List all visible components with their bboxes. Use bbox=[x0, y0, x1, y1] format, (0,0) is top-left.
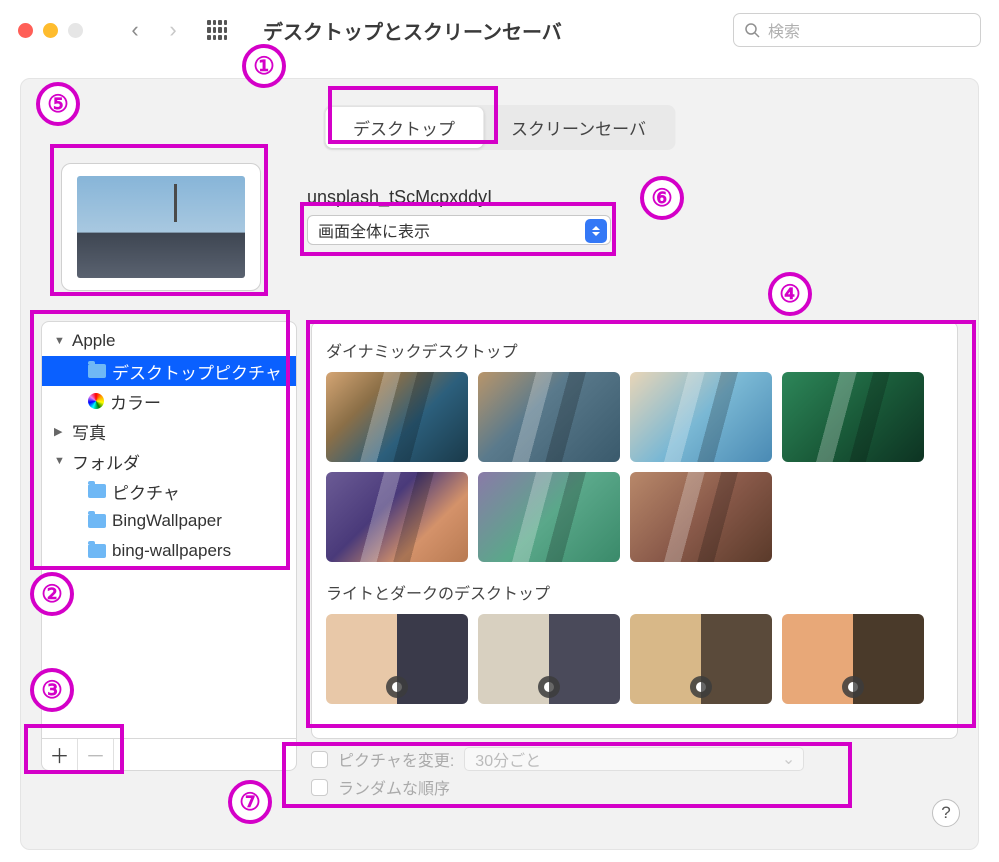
callout-2: ② bbox=[30, 572, 74, 616]
callout-5: ⑤ bbox=[36, 82, 80, 126]
callout-1: ① bbox=[242, 44, 286, 88]
callout-4: ④ bbox=[768, 272, 812, 316]
preview-image bbox=[77, 176, 245, 278]
tree-item-folder[interactable]: ピクチャ bbox=[42, 476, 296, 506]
wallpaper-thumb[interactable] bbox=[782, 372, 924, 462]
callout-7: ⑦ bbox=[228, 780, 272, 824]
wallpaper-thumb[interactable] bbox=[326, 372, 468, 462]
random-order-checkbox bbox=[311, 779, 328, 796]
folder-icon bbox=[88, 484, 106, 498]
forward-button: › bbox=[159, 16, 187, 44]
wallpaper-preview bbox=[61, 163, 261, 291]
tab-group: デスクトップ スクリーンセーバ bbox=[323, 105, 676, 150]
appearance-icon bbox=[538, 676, 560, 698]
show-all-button[interactable] bbox=[203, 16, 231, 44]
tree-group-folders[interactable]: ▼フォルダ bbox=[42, 446, 296, 476]
tree-item-folder[interactable]: bing-wallpapers bbox=[42, 536, 296, 566]
change-interval-select: 30分ごと bbox=[464, 747, 804, 771]
folder-icon bbox=[88, 514, 106, 528]
chevron-updown-icon bbox=[585, 219, 607, 243]
appearance-icon bbox=[690, 676, 712, 698]
back-button[interactable]: ‹ bbox=[121, 16, 149, 44]
change-picture-checkbox[interactable] bbox=[311, 751, 328, 768]
wallpaper-thumb[interactable] bbox=[326, 614, 468, 704]
tree-item-folder[interactable]: BingWallpaper bbox=[42, 506, 296, 536]
search-input[interactable]: 検索 bbox=[733, 13, 981, 47]
change-options: ピクチャを変更: 30分ごと ランダムな順序 bbox=[311, 745, 918, 801]
tab-screensaver[interactable]: スクリーンセーバ bbox=[483, 107, 674, 148]
wallpaper-thumb[interactable] bbox=[630, 472, 772, 562]
folder-icon bbox=[88, 364, 106, 378]
add-remove-bar: ＋ － bbox=[41, 739, 297, 771]
tree-item-colors[interactable]: カラー bbox=[42, 386, 296, 416]
callout-3: ③ bbox=[30, 668, 74, 712]
wallpaper-thumb[interactable] bbox=[630, 372, 772, 462]
wallpaper-thumb[interactable] bbox=[630, 614, 772, 704]
wallpaper-thumb[interactable] bbox=[478, 472, 620, 562]
tree-group-apple[interactable]: ▼Apple bbox=[42, 326, 296, 356]
callout-6: ⑥ bbox=[640, 176, 684, 220]
help-button[interactable]: ? bbox=[932, 799, 960, 827]
close-button[interactable] bbox=[18, 23, 33, 38]
tree-item-desktop-pictures[interactable]: デスクトップピクチャ bbox=[42, 356, 296, 386]
minimize-button[interactable] bbox=[43, 23, 58, 38]
fit-mode-select[interactable]: 画面全体に表示 bbox=[307, 215, 611, 245]
tab-desktop[interactable]: デスクトップ bbox=[325, 107, 483, 148]
add-folder-button[interactable]: ＋ bbox=[42, 739, 78, 770]
folder-icon bbox=[88, 544, 106, 558]
wallpaper-thumb[interactable] bbox=[478, 614, 620, 704]
random-order-label: ランダムな順序 bbox=[338, 775, 450, 799]
appearance-icon bbox=[842, 676, 864, 698]
window-title: デスクトップとスクリーンセーバ bbox=[263, 16, 723, 45]
wallpaper-thumb[interactable] bbox=[326, 472, 468, 562]
search-placeholder: 検索 bbox=[768, 18, 800, 42]
content-pane: デスクトップ スクリーンセーバ unsplash_tScMcpxddyI 画面全… bbox=[20, 78, 979, 850]
search-icon bbox=[744, 22, 760, 38]
tree-group-photos[interactable]: ▶写真 bbox=[42, 416, 296, 446]
section-header-dynamic: ダイナミックデスクトップ bbox=[326, 338, 943, 362]
grid-icon bbox=[207, 20, 227, 40]
wallpaper-name: unsplash_tScMcpxddyI bbox=[307, 187, 492, 208]
section-header-lightdark: ライトとダークのデスクトップ bbox=[326, 580, 943, 604]
color-wheel-icon bbox=[88, 393, 104, 409]
wallpaper-thumb[interactable] bbox=[478, 372, 620, 462]
wallpaper-thumb[interactable] bbox=[782, 614, 924, 704]
remove-folder-button: － bbox=[78, 739, 114, 770]
titlebar: ‹ › デスクトップとスクリーンセーバ 検索 bbox=[0, 0, 999, 60]
source-sidebar: ▼Apple デスクトップピクチャ カラー ▶写真 ▼フォルダ ピクチャ Bin… bbox=[41, 321, 297, 739]
zoom-button[interactable] bbox=[68, 23, 83, 38]
wallpaper-gallery[interactable]: ダイナミックデスクトップ ライトとダークのデスクトップ bbox=[311, 321, 958, 739]
traffic-lights bbox=[18, 23, 83, 38]
appearance-icon bbox=[386, 676, 408, 698]
change-picture-label: ピクチャを変更: bbox=[338, 747, 454, 771]
